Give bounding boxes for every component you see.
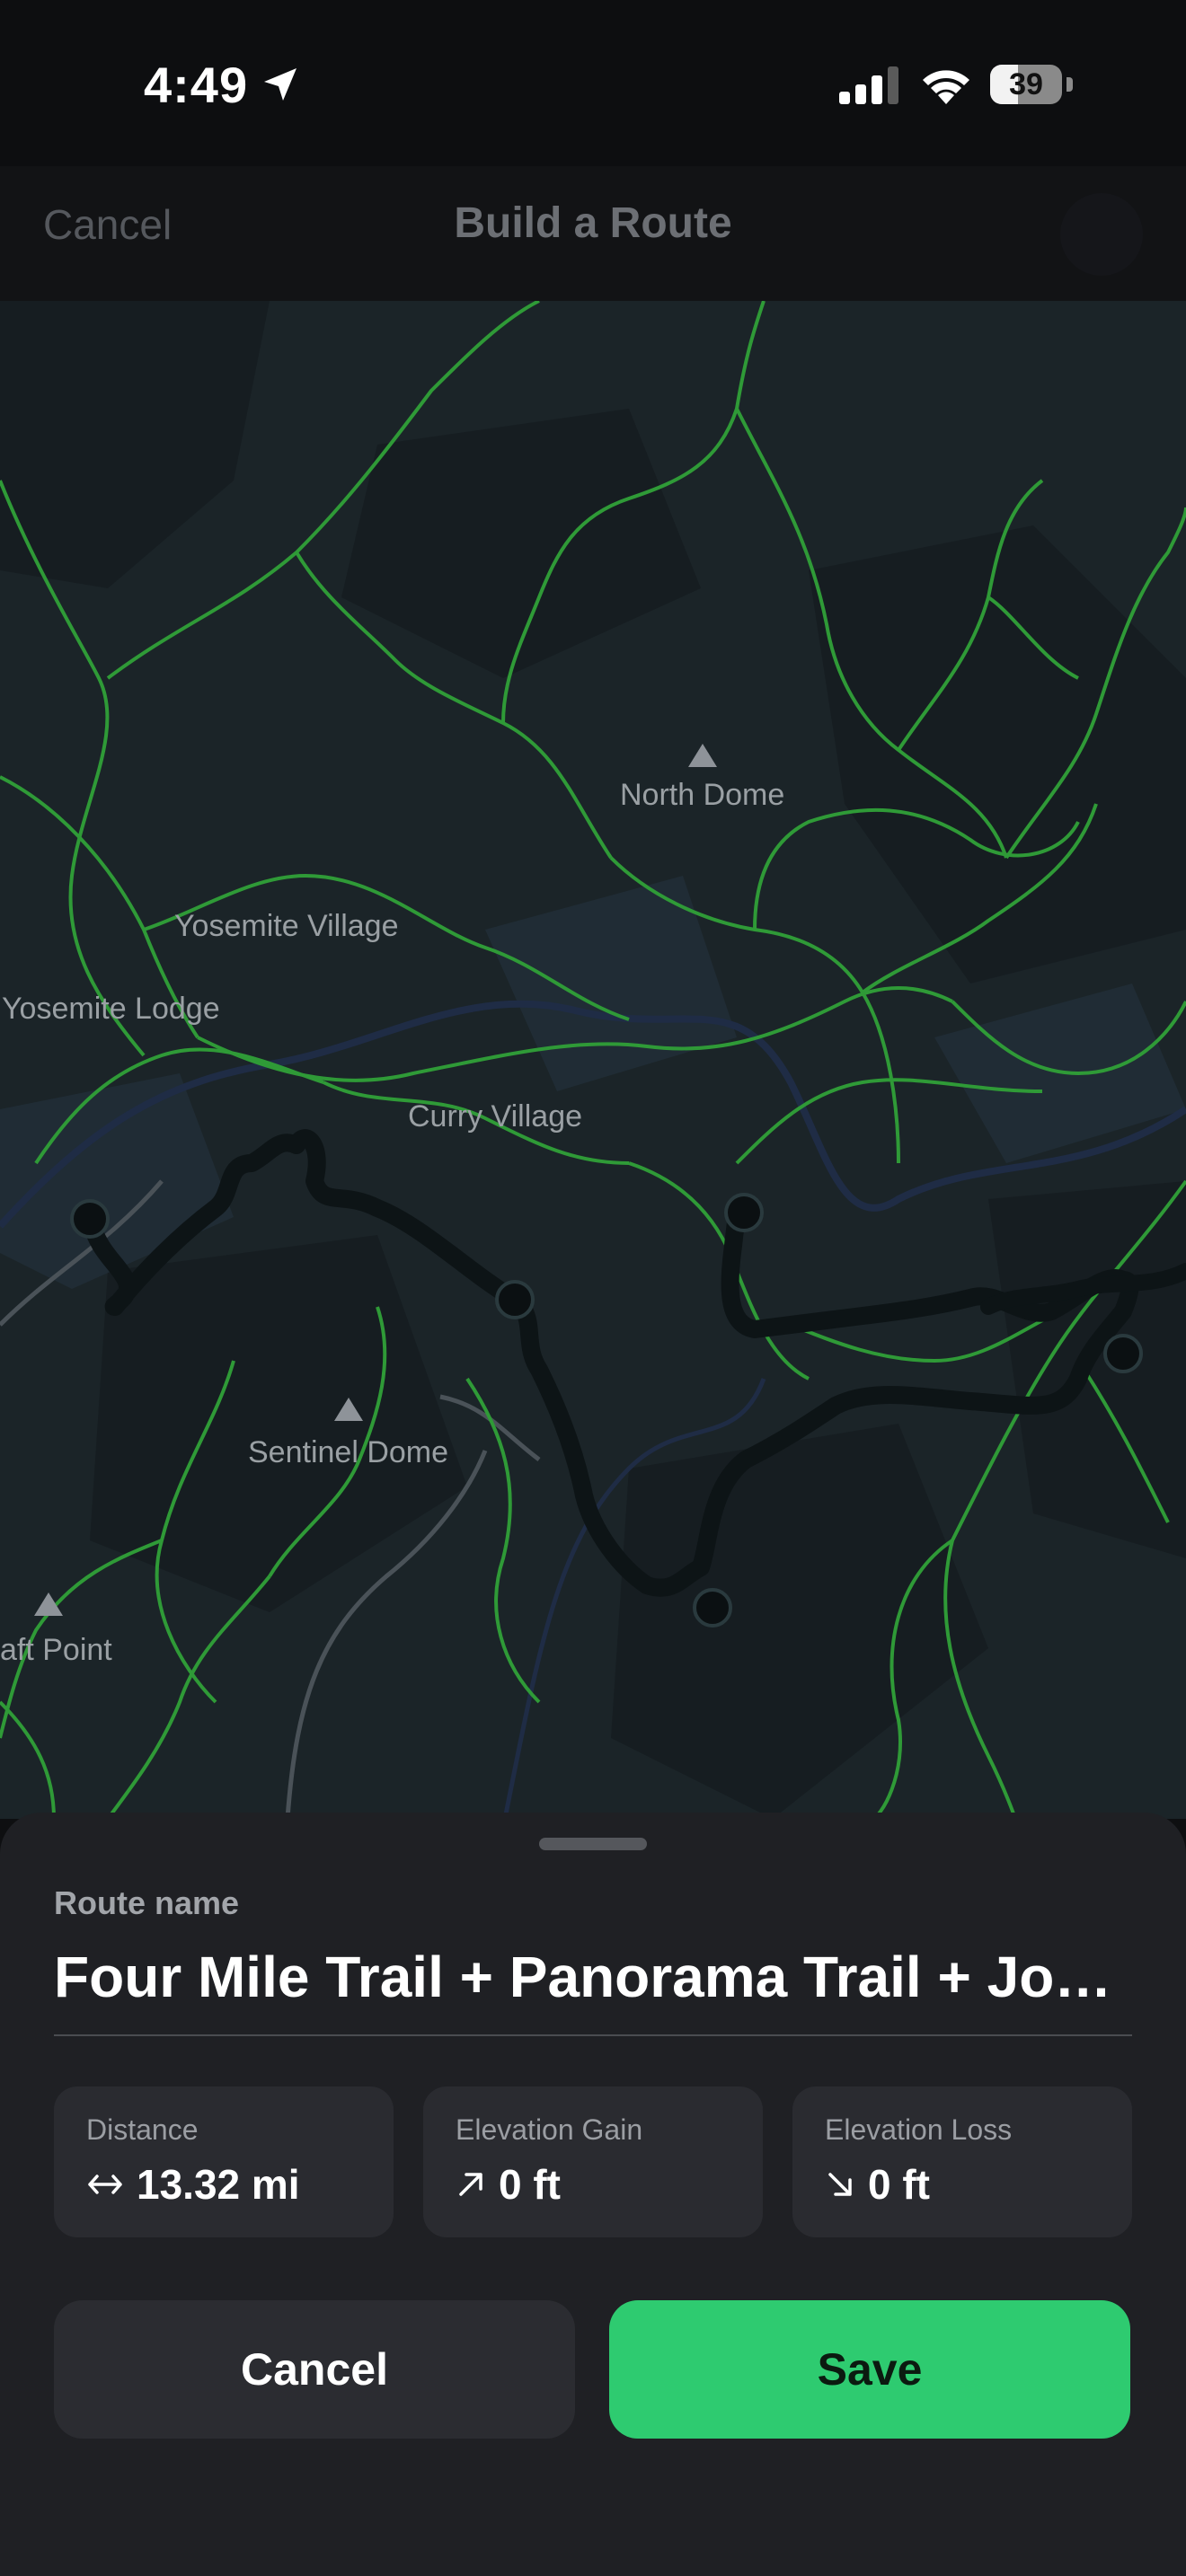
arrow-up-right-icon — [459, 2173, 482, 2196]
route-name-input[interactable]: Four Mile Trail + Panorama Trail + John … — [54, 1944, 1132, 2010]
compass-icon[interactable] — [1060, 193, 1143, 276]
save-button[interactable]: Save — [609, 2300, 1130, 2439]
map-label-curry-village: Curry Village — [408, 1099, 583, 1134]
cancel-button[interactable]: Cancel — [54, 2300, 575, 2439]
status-bar: 4:49 39 — [0, 0, 1186, 166]
wifi-icon — [918, 65, 974, 110]
page-title: Build a Route — [454, 199, 732, 247]
map-label-taft-point: aft Point — [0, 1633, 112, 1667]
elevation-loss-stat: Elevation Loss 0 ft — [792, 2086, 1132, 2237]
route-name-divider — [54, 2034, 1132, 2036]
distance-value: 13.32 mi — [137, 2161, 300, 2208]
map-canvas — [0, 301, 1186, 1819]
battery-level: 39 — [1009, 67, 1043, 101]
map-label-yosemite-lodge: Yosemite Lodge — [2, 992, 220, 1026]
peak-icon — [334, 1398, 363, 1421]
battery-icon: 39 — [990, 65, 1073, 104]
elevation-loss-label: Elevation Loss — [825, 2113, 1013, 2146]
elevation-gain-stat: Elevation Gain 0 ft — [423, 2086, 763, 2237]
peak-icon — [688, 744, 717, 767]
map-label-sentinel-dome: Sentinel Dome — [248, 1435, 449, 1469]
horizontal-arrows-icon — [88, 2175, 122, 2194]
elevation-gain-value: 0 ft — [499, 2161, 561, 2208]
sheet-grabber[interactable] — [539, 1838, 647, 1850]
distance-label: Distance — [86, 2113, 199, 2146]
route-name-label: Route name — [54, 1884, 240, 1921]
route-sheet: Route name Four Mile Trail + Panorama Tr… — [0, 1813, 1186, 2576]
peak-icon — [34, 1592, 63, 1616]
distance-stat: Distance 13.32 mi — [54, 2086, 394, 2237]
location-arrow-icon — [259, 63, 302, 110]
status-time: 4:49 — [144, 57, 249, 113]
arrow-down-right-icon — [828, 2173, 852, 2196]
nav-bar: Cancel Build a Route — [0, 166, 1186, 301]
elevation-gain-label: Elevation Gain — [456, 2113, 643, 2146]
cellular-signal-icon — [839, 66, 900, 109]
map-view[interactable]: North Dome Yosemite Village Yosemite Lod… — [0, 301, 1186, 1819]
map-label-yosemite-village: Yosemite Village — [174, 909, 399, 943]
map-label-north-dome: North Dome — [620, 778, 785, 812]
elevation-loss-value: 0 ft — [868, 2161, 930, 2208]
